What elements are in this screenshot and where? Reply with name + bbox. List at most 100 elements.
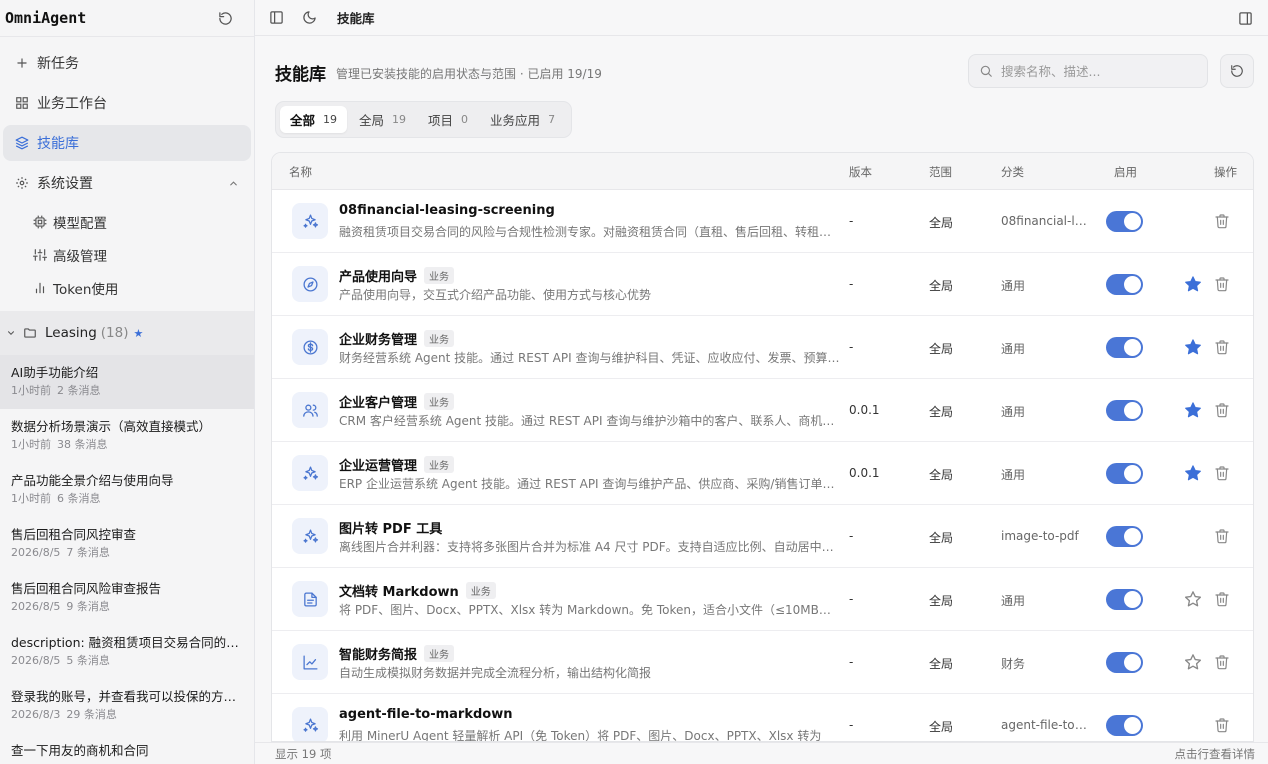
app-title: OmniAgent <box>5 9 87 27</box>
top-bar: 技能库 <box>255 0 1268 36</box>
table-row[interactable]: 08financial-leasing-screening 融资租赁项目交易合同的… <box>272 190 1253 253</box>
session-meta: 1小时前 38 条消息 <box>11 438 242 452</box>
sidebar-panel-icon <box>269 11 283 24</box>
search-input[interactable] <box>1001 63 1191 79</box>
toggle-right-panel-button[interactable] <box>1232 5 1258 31</box>
skill-scope: 全局 <box>929 531 954 545</box>
table-row[interactable]: 产品使用向导 业务 产品使用向导，交互式介绍产品功能、使用方式与核心优势 - 全局 通用 <box>272 253 1253 316</box>
session-meta: 2026/8/3 29 条消息 <box>11 708 242 722</box>
trash-icon[interactable] <box>1214 465 1230 481</box>
trash-icon[interactable] <box>1214 654 1230 670</box>
skill-version: - <box>849 655 854 669</box>
star-filled-icon[interactable] <box>1184 275 1202 293</box>
session-item[interactable]: 登录我的账号，并查看我可以投保的方案和产品 2026/8/3 29 条消息 <box>0 679 254 733</box>
session-title: 登录我的账号，并查看我可以投保的方案和产品 <box>11 689 242 704</box>
table-row[interactable]: agent-file-to-markdown 利用 MinerU Agent 轻量… <box>272 694 1253 742</box>
enable-toggle[interactable] <box>1106 337 1143 358</box>
nav-skill-library[interactable]: 技能库 <box>3 125 251 161</box>
nav-new-task[interactable]: 新任务 <box>3 45 251 81</box>
tab-global[interactable]: 全局 19 <box>349 106 416 133</box>
skill-description: 利用 MinerU Agent 轻量解析 API（免 Token）将 PDF、图… <box>339 729 822 742</box>
enable-toggle[interactable] <box>1106 526 1143 547</box>
session-item[interactable]: 售后回租合同风险审查报告 2026/8/5 9 条消息 <box>0 571 254 625</box>
trash-icon[interactable] <box>1214 591 1230 607</box>
table-row[interactable]: 企业财务管理 业务 财务经营系统 Agent 技能。通过 REST API 查询与维… <box>272 316 1253 379</box>
enable-toggle[interactable] <box>1106 274 1143 295</box>
history-refresh-button[interactable] <box>212 5 238 31</box>
star-outline-icon[interactable] <box>1184 653 1202 671</box>
enable-toggle[interactable] <box>1106 652 1143 673</box>
trash-icon[interactable] <box>1214 213 1230 229</box>
session-item[interactable]: 数据分析场景演示（高效直接模式） 1小时前 38 条消息 <box>0 409 254 463</box>
skill-description: 融资租赁项目交易合同的风险与合规性检测专家。对融资租赁合同（直租、售后回租、转租… <box>339 225 842 239</box>
trash-icon[interactable] <box>1214 717 1230 733</box>
trash-icon[interactable] <box>1214 528 1230 544</box>
session-meta: 2026/8/5 7 条消息 <box>11 546 242 560</box>
skill-scope: 全局 <box>929 657 954 671</box>
refresh-button[interactable] <box>1220 54 1254 88</box>
session-item[interactable]: 查一下用友的商机和合同 <box>0 733 254 764</box>
trash-icon[interactable] <box>1214 402 1230 418</box>
main-nav: 新任务 业务工作台 技能库 系统设置 模型配置 高级管理 Token使用 <box>0 37 254 304</box>
skill-category: 通用 <box>1001 468 1026 482</box>
sub-nav-label: 模型配置 <box>53 215 107 232</box>
business-badge: 业务 <box>424 456 455 473</box>
business-badge: 业务 <box>424 267 455 284</box>
skill-icon-tile <box>292 203 328 239</box>
skill-name: 企业客户管理 <box>339 396 418 411</box>
skill-name-line: 08financial-leasing-screening <box>339 203 555 218</box>
session-meta: 2026/8/5 9 条消息 <box>11 600 242 614</box>
nav-workbench[interactable]: 业务工作台 <box>3 85 251 121</box>
session-message-count: 38 条消息 <box>57 438 108 451</box>
skill-description: CRM 客户经营系统 Agent 技能。通过 REST API 查询与维护沙箱中… <box>339 414 842 428</box>
skill-name: 企业财务管理 <box>339 333 418 348</box>
nav-system-settings[interactable]: 系统设置 <box>3 165 251 201</box>
tab-project[interactable]: 项目 0 <box>418 106 478 133</box>
skill-description: 产品使用向导，交互式介绍产品功能、使用方式与核心优势 <box>339 288 652 302</box>
theme-toggle-button[interactable] <box>296 5 322 31</box>
nav-token-usage[interactable]: Token使用 <box>3 271 251 304</box>
star-filled-icon[interactable] <box>1184 401 1202 419</box>
table-row[interactable]: 图片转 PDF 工具 离线图片合并利器：支持将多张图片合并为标准 A4 尺寸 PD… <box>272 505 1253 568</box>
skill-version: - <box>849 592 854 606</box>
star-filled-icon[interactable] <box>1184 464 1202 482</box>
table-row[interactable]: 文档转 Markdown 业务将 PDF、图片、Docx、PPTX、Xlsx 转为… <box>272 568 1253 631</box>
enable-toggle[interactable] <box>1106 211 1143 232</box>
star-filled-icon[interactable] <box>1184 338 1202 356</box>
toggle-sidebar-button[interactable] <box>263 5 289 31</box>
tab-count: 0 <box>461 113 469 126</box>
enable-toggle[interactable] <box>1106 463 1143 484</box>
tab-business-apps[interactable]: 业务应用 7 <box>480 106 565 133</box>
sub-nav-label: 高级管理 <box>53 248 107 265</box>
nav-advanced[interactable]: 高级管理 <box>3 238 251 271</box>
sidebar: OmniAgent 新任务 业务工作台 技能库 系统设置 模型配置 高级管理 T… <box>0 0 255 764</box>
business-badge: 业务 <box>465 582 496 599</box>
scope-tabs: 全部 19 全局 19 项目 0 业务应用 7 <box>275 101 573 138</box>
table-row[interactable]: 智能财务简报 业务 自动生成模拟财务数据并完成全流程分析，输出结构化简报 - 全局 财务 <box>272 631 1253 694</box>
project-folder-leasing[interactable]: Leasing (18) ★ <box>0 311 254 355</box>
session-item[interactable]: description: 融资租赁项目交易合同的风险与合规性检测专家 2026/8… <box>0 625 254 679</box>
enable-toggle[interactable] <box>1106 589 1143 610</box>
trash-icon[interactable] <box>1214 339 1230 355</box>
skill-version: 0.0.1 <box>849 403 880 417</box>
tab-all[interactable]: 全部 19 <box>280 106 348 133</box>
enable-toggle[interactable] <box>1106 400 1143 421</box>
skill-description: 离线图片合并利器：支持将多张图片合并为标准 A4 尺寸 PDF。支持自适应比例、… <box>339 540 842 554</box>
skill-description: 自动生成模拟财务数据并完成全流程分析，输出结构化简报 <box>339 666 652 680</box>
session-message-count: 5 条消息 <box>66 654 110 667</box>
column-header-scope: 范围 <box>929 165 952 179</box>
skill-category: 财务 <box>1001 657 1026 671</box>
dollar-icon <box>302 339 318 355</box>
trash-icon[interactable] <box>1214 276 1230 292</box>
star-outline-icon[interactable] <box>1184 590 1202 608</box>
session-item[interactable]: AI助手功能介绍 1小时前 2 条消息 <box>0 355 254 409</box>
session-item[interactable]: 产品功能全景介绍与使用向导 1小时前 6 条消息 <box>0 463 254 517</box>
session-item[interactable]: 售后回租合同风控审查 2026/8/5 7 条消息 <box>0 517 254 571</box>
nav-model-config[interactable]: 模型配置 <box>3 205 251 238</box>
session-title: 产品功能全景介绍与使用向导 <box>11 473 174 488</box>
skill-scope: 全局 <box>929 279 954 293</box>
table-row[interactable]: 企业客户管理 业务 CRM 客户经营系统 Agent 技能。通过 REST API … <box>272 379 1253 442</box>
enable-toggle[interactable] <box>1106 715 1143 736</box>
skill-name: 产品使用向导 <box>339 270 418 285</box>
table-row[interactable]: 企业运营管理 业务 ERP 企业运营系统 Agent 技能。通过 REST API … <box>272 442 1253 505</box>
